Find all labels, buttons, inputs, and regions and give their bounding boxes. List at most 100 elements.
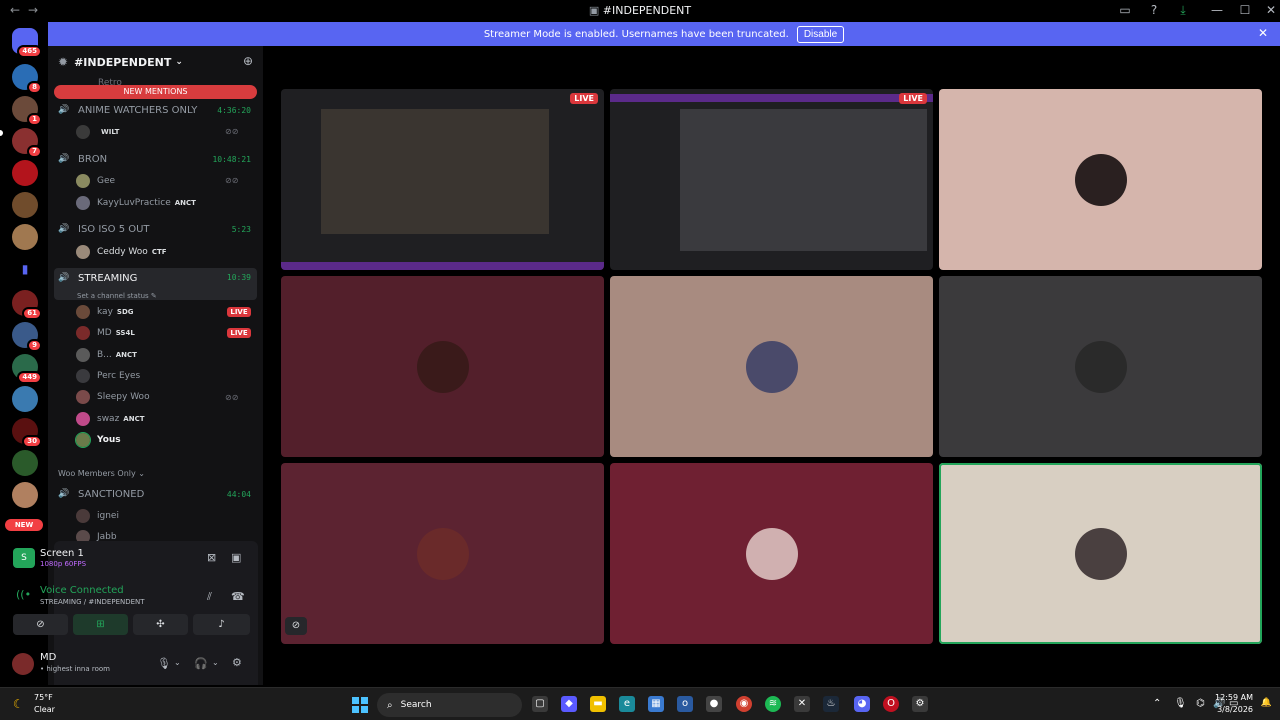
connection-icon[interactable]: ((• [16, 588, 31, 601]
screen-share-button[interactable]: ⊞ [73, 614, 128, 635]
server-icon[interactable] [12, 160, 38, 186]
noise-suppression-icon[interactable]: ⫽ [207, 590, 212, 604]
windows-start-icon[interactable] [352, 697, 368, 713]
hide-participants-icon[interactable]: ⊘ [285, 617, 307, 635]
server-icon[interactable]: 61 [12, 290, 42, 320]
voice-channel-bron[interactable]: 🔊 BRON 10:48:21 [54, 149, 257, 169]
voice-user[interactable]: Sleepy Woo [76, 388, 150, 406]
close-icon[interactable]: ✕ [1263, 3, 1279, 17]
participant-tile[interactable] [939, 276, 1262, 457]
voice-channel-location[interactable]: STREAMING / #INDEPENDENT [40, 598, 145, 606]
voice-user[interactable]: KayyLuvPractice ANCT [76, 194, 196, 212]
invite-people-icon[interactable]: ⊕ [243, 54, 253, 68]
voice-user[interactable]: swaz ANCT [76, 410, 145, 428]
voice-user[interactable]: Yous [75, 431, 121, 449]
disable-streamer-mode-button[interactable]: Disable [796, 25, 845, 43]
avatar[interactable] [12, 653, 34, 675]
screen-icon[interactable]: ▭ [1117, 3, 1133, 17]
voice-user[interactable]: Perc Eyes [76, 367, 140, 385]
chrome-icon[interactable]: ◉ [736, 696, 752, 712]
headphones-icon[interactable]: 🎧 [194, 657, 208, 670]
channel-status[interactable]: Set a channel status ✎ [77, 292, 157, 300]
file-explorer-icon[interactable]: ▬ [590, 696, 606, 712]
weather-description[interactable]: Clear [34, 705, 55, 714]
chevron-up-icon[interactable]: ⌃ [1153, 698, 1161, 709]
category-label[interactable]: Woo Members Only ⌄ [58, 469, 145, 478]
server-icon[interactable]: 9 [12, 322, 42, 352]
live-badge[interactable]: LIVE [227, 307, 251, 317]
outlook-icon[interactable]: o [677, 696, 693, 712]
new-unreads-pill[interactable]: NEW [5, 519, 43, 531]
wifi-icon[interactable]: ⌬ [1196, 698, 1205, 709]
participant-tile[interactable] [281, 276, 604, 457]
stream-preview [321, 109, 549, 234]
live-badge[interactable]: LIVE [227, 328, 251, 338]
minimize-icon[interactable]: — [1209, 3, 1225, 17]
opera-icon[interactable]: O [883, 696, 899, 712]
gear-icon[interactable]: ⚙ [232, 656, 242, 669]
server-icon[interactable]: 8 [12, 64, 42, 94]
voice-channel-iso[interactable]: 🔊 ISO ISO 5 OUT 5:23 [54, 219, 257, 239]
participant-tile[interactable] [939, 463, 1262, 644]
voice-user[interactable]: MD SS4L [76, 324, 135, 342]
server-icon[interactable] [12, 224, 38, 250]
server-icon[interactable]: 7 [12, 128, 42, 158]
voice-channel-anime[interactable]: 🔊 ANIME WATCHERS ONLY 4:36:20 [54, 100, 257, 120]
settings-gear-icon[interactable]: ⚙ [912, 696, 928, 712]
clock-time[interactable]: 12:59 AM [1215, 693, 1253, 702]
chevron-down-icon[interactable]: ⌄ [174, 658, 181, 667]
server-icon[interactable]: 449 [12, 354, 42, 384]
stop-stream-icon[interactable]: ⊠ [207, 551, 216, 564]
participant-tile[interactable] [939, 89, 1262, 270]
edge-icon[interactable]: e [619, 696, 635, 712]
stream-tile[interactable]: LIVE [281, 89, 604, 270]
spotify-icon[interactable]: ≋ [765, 696, 781, 712]
search-box[interactable]: ⌕ Search [377, 693, 522, 717]
stream-settings-icon[interactable]: ▣ [231, 551, 241, 564]
voice-user[interactable]: WILT [76, 123, 119, 141]
server-icon[interactable] [12, 482, 38, 508]
voice-user[interactable]: B... ANCT [76, 346, 137, 364]
microphone-icon[interactable]: 🎙 [157, 657, 171, 670]
server-header[interactable]: ✹ #INDEPENDENT ⌄ [48, 46, 263, 78]
soundboard-button[interactable]: ♪ [193, 614, 250, 635]
moon-icon[interactable]: ☾ [13, 697, 24, 711]
disconnect-icon[interactable]: ☎ [231, 590, 245, 603]
steam-icon[interactable]: ♨ [823, 696, 839, 712]
maximize-icon[interactable]: ☐ [1237, 3, 1253, 17]
folder-icon[interactable]: ▮ [12, 256, 38, 282]
discord-home-icon[interactable]: 465 [12, 28, 42, 58]
activities-button[interactable]: ✣ [133, 614, 188, 635]
banner-close-icon[interactable]: ✕ [1258, 26, 1268, 40]
chevron-down-icon[interactable]: ⌄ [212, 658, 219, 667]
speaker-icon: 🔊 [58, 105, 70, 115]
voice-user[interactable]: Gee [76, 172, 115, 190]
notification-bell-icon[interactable]: 🔔 [1261, 698, 1272, 708]
camera-off-button[interactable]: ⊘ [13, 614, 68, 635]
download-icon[interactable]: ⤓ [1175, 3, 1191, 18]
weather-temperature[interactable]: 75°F [34, 693, 53, 702]
voice-channel-sanctioned[interactable]: 🔊 SANCTIONED 44:04 [54, 484, 257, 504]
github-icon[interactable]: ● [706, 696, 722, 712]
voice-user[interactable]: Ceddy Woo CTF [76, 243, 167, 261]
copilot-icon[interactable]: ◆ [561, 696, 577, 712]
voice-user[interactable]: ignei [76, 507, 119, 525]
participant-tile[interactable] [610, 276, 933, 457]
help-icon[interactable]: ? [1146, 3, 1162, 17]
voice-user[interactable]: kay SDG [76, 303, 134, 321]
store-icon[interactable]: ▦ [648, 696, 664, 712]
participant-tile[interactable] [610, 463, 933, 644]
server-icon[interactable]: 30 [12, 418, 42, 448]
task-view-icon[interactable]: ▢ [532, 696, 548, 712]
clock-date[interactable]: 3/8/2026 [1217, 705, 1253, 714]
microphone-icon[interactable]: 🎙 [1174, 698, 1187, 709]
server-icon[interactable]: 1 [12, 96, 42, 126]
xbox-icon[interactable]: ✕ [794, 696, 810, 712]
server-icon[interactable] [12, 192, 38, 218]
server-icon[interactable] [12, 386, 38, 412]
participant-tile[interactable] [281, 463, 604, 644]
new-mentions-bar[interactable]: NEW MENTIONS [54, 85, 257, 99]
discord-icon[interactable]: ◕ [854, 696, 870, 712]
server-icon[interactable] [12, 450, 38, 476]
stream-tile[interactable]: LIVE [610, 89, 933, 270]
